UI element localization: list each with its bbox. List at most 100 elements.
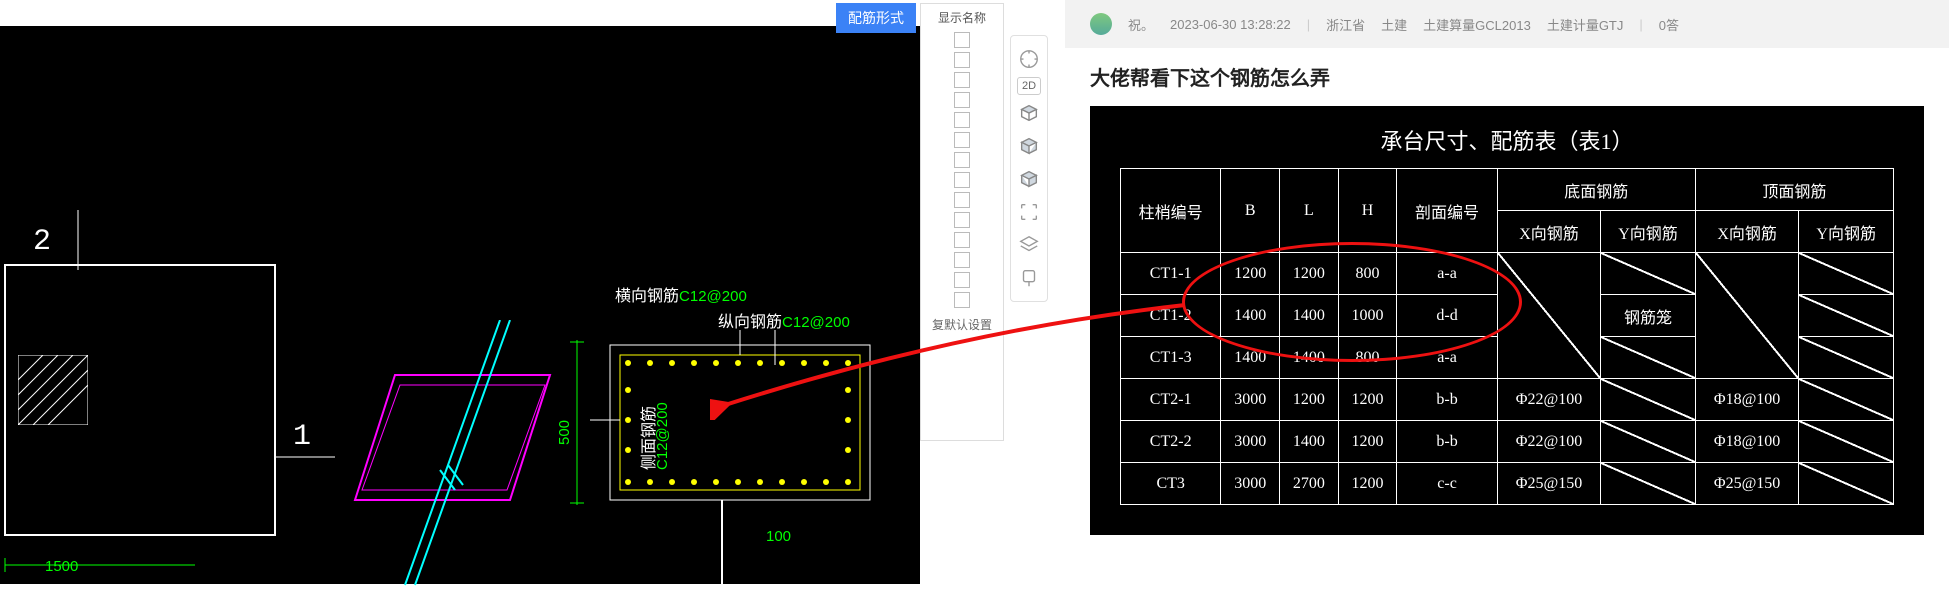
table-cell	[1601, 253, 1696, 295]
box-side-icon[interactable]	[1014, 164, 1044, 194]
checkbox-item[interactable]	[954, 52, 970, 68]
th-top-group: 顶面钢筋	[1695, 169, 1893, 211]
forum-timestamp: 2023-06-30 13:28:22	[1170, 17, 1291, 32]
layers-icon[interactable]	[1014, 230, 1044, 260]
panel-header: 显示名称	[926, 9, 998, 26]
checkbox-item[interactable]	[954, 192, 970, 208]
table-cell: b-b	[1397, 379, 1497, 421]
dim-1500: 1500	[45, 558, 78, 575]
th-by: Y向钢筋	[1601, 211, 1696, 253]
table-cell	[1799, 253, 1894, 295]
table-cell: 1200	[1338, 463, 1397, 505]
box-front-icon[interactable]	[1014, 131, 1044, 161]
table-cell: CT1-1	[1121, 253, 1221, 295]
hatched-square	[18, 355, 88, 425]
table-cell: Φ18@100	[1695, 379, 1799, 421]
table-cell: 2700	[1280, 463, 1339, 505]
checkbox-item[interactable]	[954, 152, 970, 168]
table-cell: a-a	[1397, 253, 1497, 295]
checkbox-item[interactable]	[954, 112, 970, 128]
checkbox-item[interactable]	[954, 132, 970, 148]
table-cell: 1200	[1338, 379, 1397, 421]
marker-1-line	[275, 455, 335, 459]
cyan-lines	[400, 320, 580, 590]
hengxiang-spec: C12@200	[679, 288, 747, 305]
focus-icon[interactable]	[1014, 197, 1044, 227]
th-sec: 剖面编号	[1397, 169, 1497, 253]
show-names-panel: 显示名称 复默认设置	[920, 3, 1004, 441]
hengxiang-label: 横向钢筋C12@200	[615, 282, 747, 306]
checkbox-item[interactable]	[954, 292, 970, 308]
table-cell: 1400	[1280, 337, 1339, 379]
table-cell: 1200	[1280, 379, 1339, 421]
th-bottom-group: 底面钢筋	[1497, 169, 1695, 211]
zongxiang-spec: C12@200	[782, 314, 850, 331]
table-cell: 3000	[1221, 379, 1280, 421]
forum-province: 浙江省	[1326, 15, 1365, 34]
checkbox-item[interactable]	[954, 172, 970, 188]
table-cell: CT2-2	[1121, 421, 1221, 463]
table-cell: 1200	[1338, 421, 1397, 463]
checkbox-item[interactable]	[954, 272, 970, 288]
forum-user: 祝。	[1128, 15, 1154, 34]
box-top-icon[interactable]	[1014, 98, 1044, 128]
dim-500-line	[570, 340, 585, 505]
section-cut-line	[720, 500, 724, 584]
table-cell: Φ25@150	[1497, 463, 1601, 505]
checkbox-item[interactable]	[954, 212, 970, 228]
dim-1500-line	[0, 555, 200, 575]
cad-canvas[interactable]: 2 1	[0, 0, 920, 584]
view-toolbar: 2D	[1010, 35, 1048, 302]
top-whitebar	[0, 0, 920, 26]
checkbox-item[interactable]	[954, 252, 970, 268]
cemian-spec: C12@200	[654, 402, 671, 470]
table-cell: a-a	[1397, 337, 1497, 379]
pin-icon[interactable]	[1014, 263, 1044, 293]
checkbox-item[interactable]	[954, 92, 970, 108]
2d-icon[interactable]: 2D	[1017, 77, 1041, 95]
table-cell: 1200	[1280, 253, 1339, 295]
table-cell: CT1-3	[1121, 337, 1221, 379]
checkbox-item[interactable]	[954, 232, 970, 248]
th-bx: X向钢筋	[1497, 211, 1601, 253]
table-cell: CT2-1	[1121, 379, 1221, 421]
dim-100: 100	[766, 528, 791, 545]
separator: |	[1639, 17, 1642, 32]
th-b: B	[1221, 169, 1280, 253]
table-cell: Φ25@150	[1695, 463, 1799, 505]
forum-software1: 土建	[1381, 15, 1407, 34]
table-cell: 1400	[1280, 421, 1339, 463]
forum-title: 大佬帮看下这个钢筋怎么弄	[1065, 48, 1949, 101]
table-cell: CT1-2	[1121, 295, 1221, 337]
table-cell: d-d	[1397, 295, 1497, 337]
zongxiang-label: 纵向钢筋C12@200	[718, 308, 850, 332]
table-cell: 1200	[1221, 253, 1280, 295]
table-cell: Φ22@100	[1497, 421, 1601, 463]
table-cell	[1497, 253, 1601, 379]
table-cell: Φ18@100	[1695, 421, 1799, 463]
forum-software2: 土建算量GCL2013	[1423, 15, 1531, 34]
table-cell	[1601, 421, 1696, 463]
compass-icon[interactable]	[1014, 44, 1044, 74]
th-ty: Y向钢筋	[1799, 211, 1894, 253]
forum-software3: 土建计量GTJ	[1547, 15, 1624, 34]
table-cell	[1695, 253, 1799, 379]
table-cell: 1400	[1221, 337, 1280, 379]
checkbox-item[interactable]	[954, 72, 970, 88]
table-cell: b-b	[1397, 421, 1497, 463]
forum-panel: 祝。 2023-06-30 13:28:22 | 浙江省 土建 土建算量GCL2…	[1065, 0, 1949, 584]
table-row: CT2-2300014001200b-bΦ22@100Φ18@100	[1121, 421, 1894, 463]
checkbox-item[interactable]	[954, 32, 970, 48]
table-cell	[1601, 337, 1696, 379]
rebar-form-button[interactable]: 配筋形式	[836, 3, 916, 33]
table-cell: 1000	[1338, 295, 1397, 337]
separator: |	[1307, 17, 1310, 32]
hengxiang-text: 横向钢筋	[615, 288, 679, 305]
table-cell: 1400	[1221, 295, 1280, 337]
table-caption: 承台尺寸、配筋表（表1）	[1120, 124, 1894, 156]
th-h: H	[1338, 169, 1397, 253]
reset-default-button[interactable]: 复默认设置	[926, 316, 998, 333]
table-cell: 800	[1338, 253, 1397, 295]
avatar	[1090, 13, 1112, 35]
table-image: 承台尺寸、配筋表（表1） 柱梢编号 B L H 剖面编号 底面钢筋 顶面钢筋 X…	[1090, 106, 1924, 535]
